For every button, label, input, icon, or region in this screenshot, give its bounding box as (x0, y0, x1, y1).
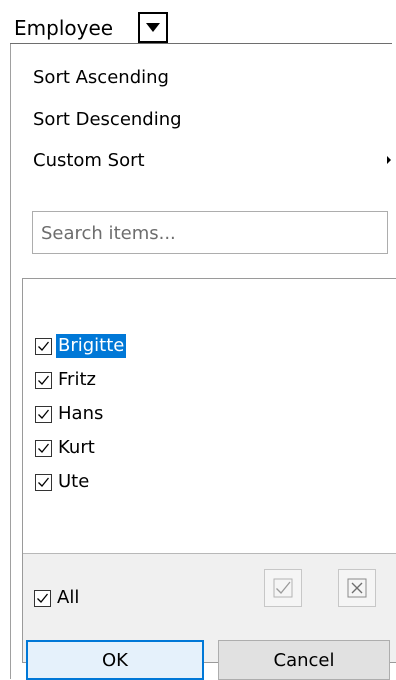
search-input[interactable] (41, 220, 371, 246)
column-title: Employee (14, 16, 114, 40)
chevron-right-icon (387, 156, 391, 164)
checkmark-icon (38, 443, 50, 453)
list-item[interactable]: Ute (35, 466, 91, 498)
item-checkbox[interactable] (35, 439, 52, 457)
check-all-icon (273, 578, 293, 598)
ok-button[interactable]: OK (26, 640, 204, 680)
item-checkbox[interactable] (35, 405, 52, 423)
list-item[interactable]: Fritz (35, 364, 98, 396)
checkmark-icon (38, 409, 50, 419)
checkmark-icon (38, 375, 50, 385)
filter-dropdown-button[interactable] (138, 12, 168, 43)
filter-popup: Sort Ascending Sort Descending Custom So… (10, 44, 396, 679)
list-item[interactable]: Kurt (35, 432, 97, 464)
item-label: Kurt (58, 437, 95, 458)
item-checkbox[interactable] (35, 473, 52, 491)
item-checkbox[interactable] (35, 371, 52, 389)
list-item[interactable]: Hans (35, 398, 105, 430)
column-header: Employee (0, 0, 396, 44)
menu-sort-descending[interactable]: Sort Descending (33, 108, 182, 132)
checkmark-icon (38, 341, 50, 351)
search-box (32, 211, 388, 254)
item-label: Hans (58, 403, 104, 424)
item-label: Ute (58, 471, 90, 492)
check-all-button[interactable] (264, 569, 302, 607)
all-label: All (57, 587, 80, 608)
all-checkbox-item[interactable]: All (34, 582, 81, 614)
item-label: Fritz (58, 369, 96, 390)
item-label: Brigitte (56, 334, 127, 358)
uncheck-all-button[interactable] (338, 569, 376, 607)
menu-custom-sort[interactable]: Custom Sort (33, 149, 145, 173)
checkmark-icon (38, 477, 50, 487)
items-list: Brigitte Fritz Hans Kurt Ute (24, 280, 396, 553)
chevron-down-icon (146, 23, 160, 32)
list-item[interactable]: Brigitte (35, 330, 127, 362)
all-checkbox[interactable] (34, 589, 51, 607)
uncheck-all-icon (347, 578, 367, 598)
cancel-button[interactable]: Cancel (218, 640, 390, 680)
item-checkbox[interactable] (35, 337, 52, 355)
menu-sort-ascending[interactable]: Sort Ascending (33, 66, 169, 90)
checkmark-icon (37, 593, 49, 603)
items-list-box: Brigitte Fritz Hans Kurt Ute All (22, 278, 396, 663)
